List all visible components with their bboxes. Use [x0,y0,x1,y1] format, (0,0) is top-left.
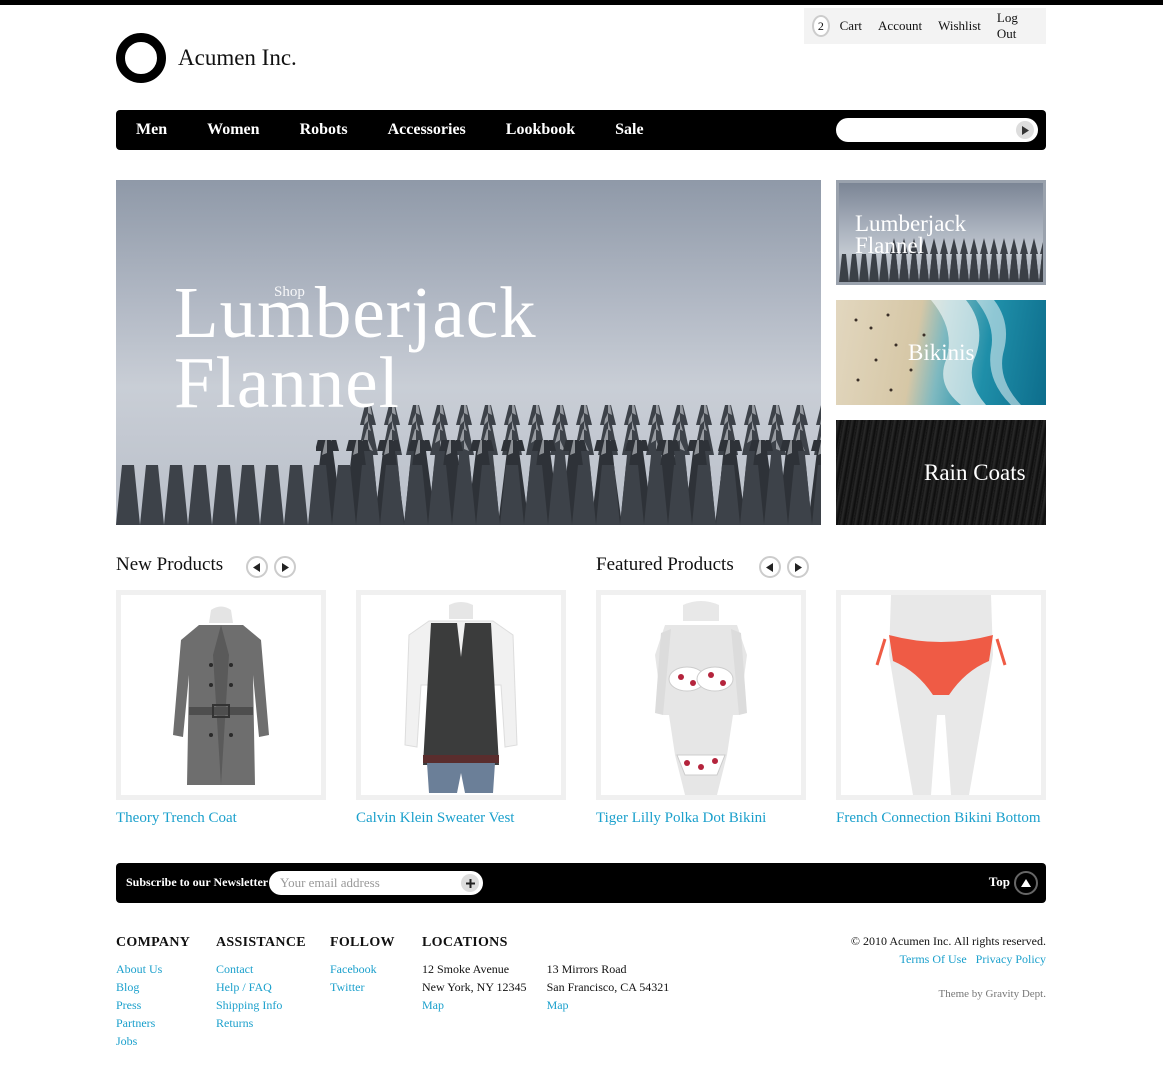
arrow-right-icon [795,562,802,572]
newsletter-email-box [269,871,483,895]
featured-products-prev-button[interactable] [759,556,781,578]
footer-company-heading: COMPANY [116,935,191,950]
legal-links: Terms Of Use Privacy Policy [894,952,1046,967]
product-image-bikini-bottom[interactable] [836,590,1046,800]
footer-locations-heading: LOCATIONS [422,935,508,950]
wishlist-link[interactable]: Wishlist [938,18,981,34]
footer-assistance-heading: ASSISTANCE [216,935,306,950]
promo-bikinis[interactable]: Bikinis [836,300,1046,405]
product-image-trench-coat[interactable] [116,590,326,800]
product-image-sweater-vest[interactable] [356,590,566,800]
new-products-heading: New Products [116,554,224,575]
logo[interactable]: Acumen Inc. [116,33,297,83]
logo-text: Acumen Inc. [178,45,297,70]
logo-ring-icon [116,33,166,83]
sweater-vest-image [404,602,518,793]
new-products-next-button[interactable] [274,556,296,578]
location-map-link[interactable]: Map [547,996,670,1014]
product-name-polka-dot-bikini[interactable]: Tiger Lilly Polka Dot Bikini [596,810,766,827]
footer-link-blog[interactable]: Blog [116,978,190,996]
footer-assistance: ASSISTANCE Contact Help / FAQ Shipping I… [216,935,306,1032]
new-products-arrows [246,556,302,578]
copyright: © 2010 Acumen Inc. All rights reserved. [850,934,1046,948]
logout-link[interactable]: Log Out [997,10,1030,42]
product-name-trench-coat[interactable]: Theory Trench Coat [116,810,237,827]
arrow-left-icon [253,562,260,572]
footer-follow: FOLLOW Facebook Twitter [330,935,395,996]
newsletter-bar: Subscribe to our Newsletter Top [116,863,1046,903]
footer-locations: LOCATIONS 12 Smoke Avenue New York, NY 1… [422,935,669,1014]
featured-products-next-button[interactable] [787,556,809,578]
hero-banner[interactable]: Shop Lumberjack Flannel [116,180,821,525]
nav-item-robots[interactable]: Robots [300,121,348,139]
footer-link-partners[interactable]: Partners [116,1014,190,1032]
location-address-line1: 12 Smoke Avenue [422,962,510,976]
new-products-prev-button[interactable] [246,556,268,578]
search-box [836,118,1038,142]
product-name-sweater-vest[interactable]: Calvin Klein Sweater Vest [356,810,514,827]
location-address-line2: San Francisco, CA 54321 [546,980,670,994]
footer-link-press[interactable]: Press [116,996,190,1014]
newsletter-subscribe-button[interactable] [461,874,479,892]
polka-dot-bikini-image [655,601,747,795]
promo-rain-coats[interactable]: Rain Coats [836,420,1046,525]
footer-link-returns[interactable]: Returns [216,1014,306,1032]
main-nav: Men Women Robots Accessories Lookbook Sa… [116,110,1046,150]
newsletter-email-input[interactable] [269,871,449,895]
footer-link-help-faq[interactable]: Help / FAQ [216,978,306,996]
product-image-polka-dot-bikini[interactable] [596,590,806,800]
terms-of-use-link[interactable]: Terms Of Use [900,952,967,966]
cart-link[interactable]: Cart [840,18,862,34]
footer-link-about-us[interactable]: About Us [116,960,190,978]
account-link[interactable]: Account [878,18,922,34]
featured-products-heading: Featured Products [596,554,734,575]
trench-coat-image [173,606,269,785]
nav-item-women[interactable]: Women [207,121,259,139]
hero-headline: Lumberjack Flannel [174,272,537,423]
arrow-left-icon [766,562,773,572]
nav-item-lookbook[interactable]: Lookbook [506,121,575,139]
promo-label: Bikinis [908,340,975,365]
arrow-right-icon [282,562,289,572]
footer-link-facebook[interactable]: Facebook [330,960,395,978]
location-address-line1: 13 Mirrors Road [546,962,627,976]
promo-label: Lumberjack Flannel [855,211,967,258]
theme-credit: Theme by Gravity Dept. [938,988,1046,1000]
cart-count-badge[interactable]: 2 [812,15,830,37]
footer-follow-heading: FOLLOW [330,935,395,950]
hero-headline-line1: Lumberjack [174,272,537,353]
back-to-top-label[interactable]: Top [989,874,1010,890]
locations-list: 12 Smoke Avenue New York, NY 12345 Map 1… [422,960,669,1014]
footer-link-contact[interactable]: Contact [216,960,306,978]
newsletter-label: Subscribe to our Newsletter [126,875,269,889]
back-to-top-button[interactable] [1014,871,1038,895]
footer-link-jobs[interactable]: Jobs [116,1032,190,1050]
product-name-bikini-bottom[interactable]: French Connection Bikini Bottom [836,810,1041,827]
footer-link-twitter[interactable]: Twitter [330,978,395,996]
location-address-line2: New York, NY 12345 [422,980,527,994]
promo-label-line1: Lumberjack [855,211,967,236]
bikini-bottom-image [875,595,1007,795]
nav-item-men[interactable]: Men [136,121,167,139]
footer-link-shipping-info[interactable]: Shipping Info [216,996,306,1014]
utility-bar: 2 Cart Account Wishlist Log Out [804,8,1046,44]
plus-icon [465,878,475,888]
arrow-up-icon [1021,879,1031,887]
location-new-york: 12 Smoke Avenue New York, NY 12345 Map [422,960,527,1014]
location-san-francisco: 13 Mirrors Road San Francisco, CA 54321 … [547,960,670,1014]
promo-lumberjack-flannel[interactable]: Lumberjack Flannel [836,180,1046,285]
search-submit-button[interactable] [1016,121,1034,139]
nav-item-accessories[interactable]: Accessories [388,121,466,139]
hero-headline-line2: Flannel [174,342,400,423]
promo-label: Rain Coats [924,460,1026,485]
featured-products-arrows [759,556,815,578]
search-input[interactable] [836,118,1006,142]
privacy-policy-link[interactable]: Privacy Policy [976,952,1046,966]
top-border [0,0,1163,5]
promo-label-line2: Flannel [855,233,924,258]
footer-company: COMPANY About Us Blog Press Partners Job… [116,935,190,1050]
location-map-link[interactable]: Map [422,996,527,1014]
play-arrow-icon [1022,125,1029,135]
nav-item-sale[interactable]: Sale [615,121,643,139]
